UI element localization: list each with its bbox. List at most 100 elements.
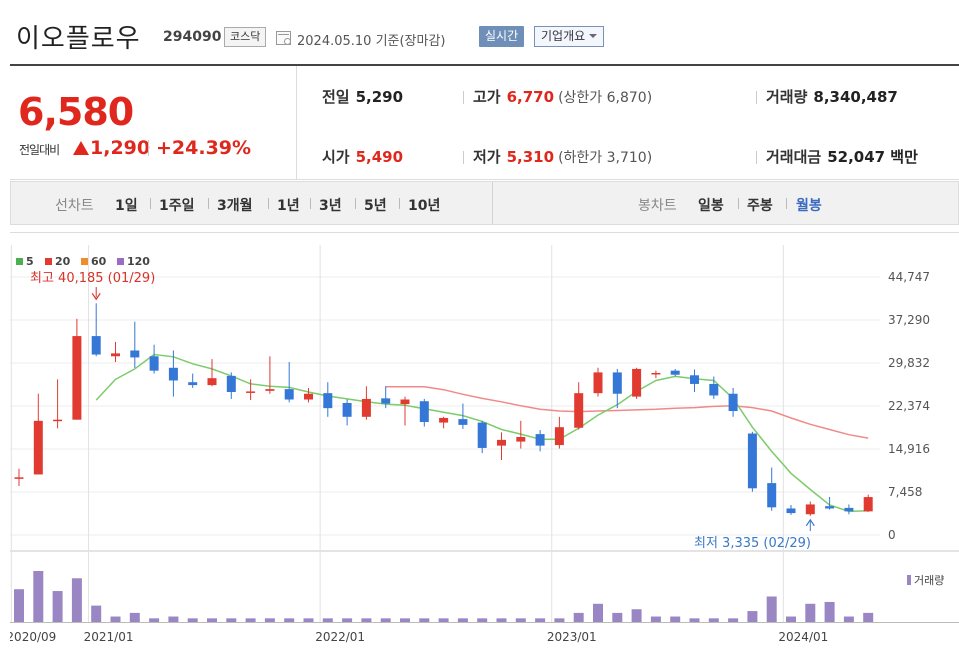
low-label: 저가 — [473, 148, 501, 166]
volume-bar — [593, 603, 603, 622]
open-label: 시가 — [322, 148, 350, 166]
candle-weekly[interactable]: 주봉 — [747, 195, 773, 215]
candle-body — [632, 368, 642, 397]
candle-body — [593, 372, 603, 394]
candle-body — [863, 497, 873, 512]
candle-body — [323, 393, 333, 409]
candle-body — [342, 402, 352, 417]
candle-monthly[interactable]: 월봉 — [796, 195, 822, 215]
divider — [150, 198, 151, 209]
candle-body — [381, 398, 391, 404]
candle-body — [497, 439, 506, 446]
volume-bar — [477, 618, 488, 622]
high-label: 고가 — [473, 88, 501, 106]
volume-bar — [149, 618, 160, 622]
volume-bar — [207, 618, 217, 622]
volume-bar — [361, 618, 372, 622]
volume-bar — [457, 618, 468, 622]
stock-header: 이오플로우 294090 코스닥 2024.05.10 기준(장마감) 실시간 … — [0, 0, 959, 64]
period-1w[interactable]: 1주일 — [159, 195, 195, 215]
volume-bar — [843, 616, 854, 622]
period-3m[interactable]: 3개월 — [217, 195, 253, 215]
divider — [756, 151, 757, 164]
up-triangle-icon — [73, 141, 89, 155]
volume-bar — [786, 616, 796, 622]
volume-bar — [52, 591, 63, 622]
divider — [208, 198, 209, 209]
candle-body — [130, 350, 140, 358]
divider — [355, 198, 356, 209]
period-10y[interactable]: 10년 — [408, 195, 440, 215]
amount-label: 거래대금 — [766, 148, 822, 166]
volume-bar — [245, 618, 256, 622]
volume-label: 거래량 — [766, 88, 808, 106]
candle-body — [651, 372, 661, 375]
low-annotation: 최저 3,335 (02/29) — [694, 536, 811, 551]
x-tick-label: 2022/01 — [315, 630, 365, 644]
divider — [786, 198, 787, 209]
divider — [310, 198, 311, 209]
candle-body — [265, 389, 275, 391]
y-tick-label: 0 — [888, 528, 896, 542]
high-value: 6,770 — [506, 88, 555, 106]
divider — [738, 198, 739, 209]
x-tick-label: 2024/01 — [778, 630, 828, 644]
volume-bar — [187, 618, 198, 622]
volume-legend-swatch — [907, 575, 911, 585]
candle-body — [188, 382, 198, 386]
divider — [492, 182, 493, 224]
volume-bar — [380, 618, 391, 622]
period-3y[interactable]: 3년 — [319, 195, 342, 215]
divider — [463, 91, 464, 104]
quote-panel: 6,580 전일대비 1,290 +24.39% 전일 5,290 고가 6,770… — [10, 64, 959, 180]
prev-value: 5,290 — [355, 88, 404, 106]
prev-label: 전일 — [322, 88, 350, 106]
company-info-button[interactable]: 기업개요 — [534, 26, 605, 47]
period-1d[interactable]: 1일 — [115, 195, 138, 215]
volume: 거래량 8,340,487 — [766, 86, 898, 107]
candle-chart-label: 봉차트 — [638, 198, 677, 214]
candle-body — [767, 483, 777, 508]
period-5y[interactable]: 5년 — [364, 195, 387, 215]
volume-bar — [747, 611, 758, 622]
volume-bar — [264, 618, 275, 622]
volume-bar — [110, 616, 121, 622]
candle-body — [246, 391, 256, 393]
volume-bar — [805, 603, 816, 622]
volume-bar — [438, 618, 449, 622]
volume-bar — [129, 612, 140, 622]
legend-swatch — [45, 258, 52, 265]
lower-limit: (하한가 3,710) — [558, 150, 653, 166]
x-tick-label: 2021/01 — [84, 630, 134, 644]
candle-daily[interactable]: 일봉 — [698, 195, 724, 215]
candle-body — [111, 353, 120, 357]
volume-value: 8,340,487 — [813, 88, 898, 106]
y-tick-label: 29,832 — [888, 356, 930, 370]
volume-bar — [342, 618, 353, 622]
volume-bar — [535, 618, 546, 622]
candle-body — [728, 393, 738, 412]
upper-limit: (상한가 6,870) — [558, 90, 653, 106]
candle-body — [72, 336, 82, 420]
candle-body — [612, 372, 622, 394]
candle-body — [844, 507, 854, 512]
legend-swatch — [81, 258, 88, 265]
period-1y[interactable]: 1년 — [277, 195, 300, 215]
volume-bar — [573, 612, 584, 622]
low-price: 저가 5,310 (하한가 3,710) — [473, 146, 652, 167]
candle-body — [670, 370, 680, 375]
volume-bar — [863, 612, 874, 622]
volume-bar — [14, 589, 24, 622]
candle-body — [825, 506, 835, 509]
trade-amount: 거래대금 52,047 백만 — [766, 146, 918, 167]
realtime-button[interactable]: 실시간 — [479, 26, 525, 47]
open-value: 5,490 — [355, 148, 404, 166]
legend-label: 60 — [91, 255, 107, 268]
candle-body — [53, 419, 63, 422]
change-label: 전일대비 — [19, 143, 60, 157]
volume-bar — [284, 618, 295, 622]
candle-body — [690, 375, 699, 384]
candle-body — [574, 393, 584, 428]
market-badge: 코스닥 — [224, 27, 267, 47]
volume-bar — [400, 618, 410, 622]
